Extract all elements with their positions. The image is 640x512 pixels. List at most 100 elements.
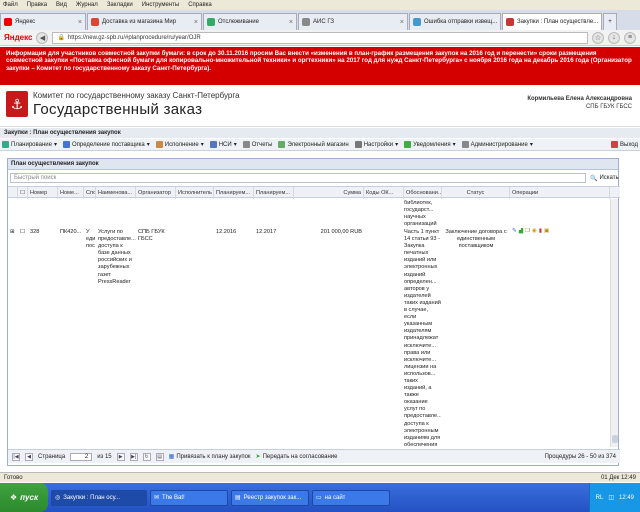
menu-icon[interactable]: ≡ <box>624 31 636 44</box>
url-text: https://new.gz-spb.ru/#planprocedure/ru/… <box>67 34 201 41</box>
row-number2: ПК420... <box>60 229 82 235</box>
chart-icon[interactable]: ▟ <box>519 228 523 235</box>
close-icon[interactable]: × <box>400 19 404 26</box>
copy-icon[interactable]: ❐ <box>525 228 530 235</box>
menu-file[interactable]: Файл <box>3 2 18 8</box>
tab-title: АИС ГЗ <box>313 19 335 25</box>
expand-row-icon[interactable]: ⊞ <box>10 229 18 236</box>
task-folder[interactable]: ▭ на сайт <box>312 489 390 506</box>
column-header[interactable]: Наименова... <box>96 187 136 199</box>
task-registry[interactable]: ▤ Реестр закупок зак... <box>231 489 309 506</box>
menu-history[interactable]: Журнал <box>76 2 98 8</box>
menu-reports[interactable]: Отчеты <box>242 141 272 148</box>
close-icon[interactable]: × <box>601 19 602 26</box>
vertical-scrollbar[interactable] <box>610 199 618 447</box>
column-header[interactable]: Статус <box>442 187 510 199</box>
scrollbar-thumb[interactable] <box>612 435 618 443</box>
print-icon[interactable]: ▣ <box>544 228 549 235</box>
back-button[interactable]: ◀ <box>36 31 49 44</box>
close-icon[interactable]: × <box>194 19 198 26</box>
bookmark-star-icon[interactable]: ☆ <box>592 31 604 44</box>
column-header[interactable]: Номе... <box>58 187 84 199</box>
browser-tab-tracking[interactable]: Отслеживание × <box>203 13 297 30</box>
column-header[interactable]: Организатор <box>136 187 176 199</box>
windows-logo-icon: ❖ <box>9 493 18 502</box>
mail-icon: ✉ <box>154 495 160 501</box>
menu-edit[interactable]: Правка <box>27 2 47 8</box>
column-header[interactable]: Коды ОК... <box>364 187 404 199</box>
column-header[interactable]: Планируем... <box>254 187 294 199</box>
user-name[interactable]: Кормильева Елена Александровна <box>527 96 632 102</box>
close-icon[interactable]: × <box>289 19 293 26</box>
edit-icon[interactable]: ✎ <box>512 228 517 235</box>
menu-notifications[interactable]: Уведомления ▾ <box>404 141 456 148</box>
task-the-bat[interactable]: ✉ The Bat! <box>150 489 228 506</box>
windows-taskbar: ❖ пуск ◎ Закупки : План осу... ✉ The Bat… <box>0 483 640 512</box>
menu-view[interactable]: Вид <box>56 2 67 8</box>
start-button[interactable]: ❖ пуск <box>0 483 48 512</box>
tab-title: Ошибка отправки извещ... <box>424 19 498 25</box>
tracking-favicon-icon <box>207 18 215 26</box>
export-icon[interactable]: ▤ <box>155 452 164 461</box>
page-favicon-icon <box>413 18 421 26</box>
select-all-checkbox[interactable]: ☐ <box>18 187 28 199</box>
download-icon[interactable]: ↓ <box>608 31 620 44</box>
menu-eshop[interactable]: Электронный магазин <box>278 141 349 148</box>
row-checkbox[interactable]: ☐ <box>20 229 28 236</box>
browser-tab-yandex[interactable]: Яндекс × <box>0 13 86 30</box>
column-header[interactable]: Исполнитель <box>176 187 214 199</box>
browser-tab-delivery[interactable]: Доставка из магазина Мир × <box>87 13 202 30</box>
logout-button[interactable]: Выход <box>611 141 638 148</box>
browser-tab-error[interactable]: Ошибка отправки извещ... × <box>409 13 501 30</box>
column-header[interactable]: Операции <box>510 187 610 199</box>
menu-tools[interactable]: Инструменты <box>142 2 179 8</box>
column-header[interactable]: Планируем... <box>214 187 254 199</box>
language-indicator[interactable]: RL <box>596 495 604 501</box>
last-page-button[interactable]: ▶| <box>129 452 138 461</box>
browser-tab-purchases[interactable]: Закупки : План осуществле... × <box>502 13 602 30</box>
column-header[interactable]: Спо... <box>84 187 96 199</box>
menu-help[interactable]: Справка <box>188 2 212 8</box>
yandex-logo: Яндекс <box>4 33 33 42</box>
quick-search-input[interactable]: Быстрый поиск <box>10 173 586 183</box>
new-tab-button[interactable]: + <box>603 13 617 30</box>
send-approval-label: Передать на согласование <box>262 453 338 460</box>
row-date-start: 12.2016 <box>216 229 237 235</box>
menu-execution[interactable]: Исполнение ▾ <box>155 141 204 148</box>
menu-settings[interactable]: Настройки ▾ <box>354 141 398 148</box>
close-icon[interactable]: × <box>500 19 501 26</box>
column-header[interactable]: Номер <box>28 187 58 199</box>
column-header[interactable]: Обосновани... <box>404 187 442 199</box>
browser-icon: ◎ <box>55 495 61 501</box>
lock-icon: 🔒 <box>57 35 65 41</box>
menu-bookmarks[interactable]: Закладки <box>107 2 133 8</box>
notice-text: Информация для участников совместной зак… <box>6 50 632 72</box>
menu-label: Выход <box>620 141 638 148</box>
page-input[interactable]: 2 <box>70 452 93 461</box>
attach-plan-button[interactable]: ▦ Привязать к плану закупок <box>169 453 251 461</box>
plan-panel: План осуществления закупок Быстрый поиск… <box>7 158 620 466</box>
search-button[interactable]: 🔍 Искать <box>590 173 619 183</box>
url-field[interactable]: 🔒 https://new.gz-spb.ru/#planprocedure/r… <box>52 31 588 44</box>
first-page-button[interactable]: |◀ <box>12 452 20 461</box>
task-label: Закупки : План осу... <box>63 494 120 501</box>
refresh-icon[interactable]: ↻ <box>142 452 151 461</box>
delete-icon[interactable]: ▮ <box>539 228 542 235</box>
menu-supplier[interactable]: Определение поставщика ▾ <box>62 141 150 148</box>
menu-admin[interactable]: Администрирование ▾ <box>461 141 533 148</box>
next-page-button[interactable]: ▶ <box>116 452 125 461</box>
send-approval-button[interactable]: ➤ Передать на согласование <box>256 453 338 461</box>
task-browser[interactable]: ◎ Закупки : План осу... <box>51 489 147 506</box>
prev-page-button[interactable]: ◀ <box>25 452 33 461</box>
menu-label: Определение поставщика <box>71 141 145 148</box>
browser-tab-ais-gz[interactable]: АИС ГЗ × <box>298 13 408 30</box>
tab-title: Отслеживание <box>218 19 259 25</box>
menu-planning[interactable]: Планирование ▾ <box>2 141 57 148</box>
row-method: У еди пос <box>86 229 96 250</box>
network-icon[interactable]: ◫ <box>608 494 614 501</box>
history-icon[interactable]: ◉ <box>532 228 537 235</box>
column-header[interactable]: Сумма <box>294 187 364 199</box>
menu-nsi[interactable]: НСИ ▾ <box>209 141 237 148</box>
close-icon[interactable]: × <box>78 19 82 26</box>
admin-icon <box>461 141 469 148</box>
